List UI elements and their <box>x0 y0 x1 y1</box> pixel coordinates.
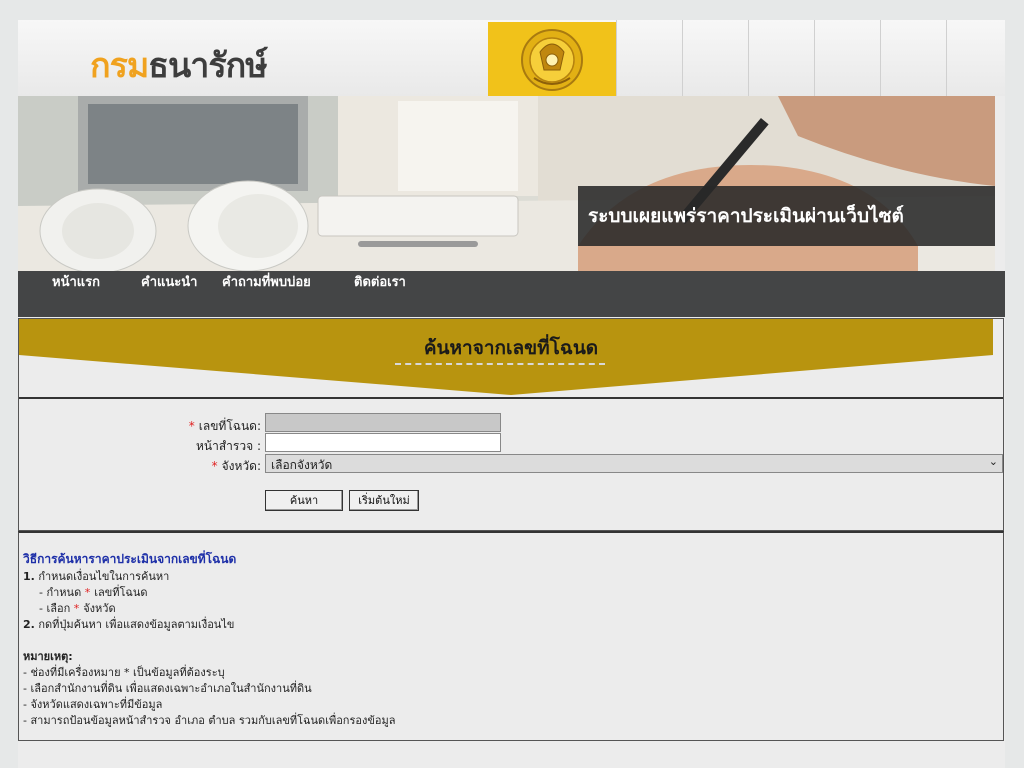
required-mark: * <box>188 419 195 433</box>
deed-number-label-text: เลขที่โฉนด: <box>198 419 261 433</box>
nav-item-faq[interactable]: คำถามที่พบบ่อย <box>222 271 311 317</box>
province-label: * จังหวัด: <box>159 457 261 476</box>
logo-text-part1: กรม <box>90 46 149 86</box>
sub-text: เลขที่โฉนด <box>94 586 148 599</box>
sub-text: - กำหนด <box>39 586 82 599</box>
step-text: กำหนดเงื่อนไขในการค้นหา <box>38 570 170 583</box>
deed-number-label: * เลขที่โฉนด: <box>159 417 261 436</box>
main-nav: หน้าแรก คำแนะนำ คำถามที่พบบ่อย ติดต่อเรา <box>18 271 1005 317</box>
logo[interactable]: กรมธนารักษ์ <box>90 38 268 92</box>
nav-item-guide[interactable]: คำแนะนำ <box>141 271 197 317</box>
title-underline <box>395 363 605 365</box>
sub-text: - เลือก <box>39 602 71 615</box>
required-mark: * <box>211 459 218 473</box>
note-item: - สามารถป้อนข้อมูลหน้าสำรวจ อำเภอ ตำบล ร… <box>23 714 396 727</box>
page: กรมธนารักษ์ ระบบเผยแพร่ราคาประเมินผ่านเว… <box>18 20 1005 768</box>
banner-caption: ระบบเผยแพร่ราคาประเมินผ่านเว็บไซต์ <box>578 186 995 246</box>
chevron-down-icon: ⌄ <box>988 455 998 468</box>
step-number: 1. <box>23 570 35 583</box>
step-number: 2. <box>23 618 35 631</box>
search-title: ค้นหาจากเลขที่โฉนด <box>423 337 599 359</box>
survey-page-label: หน้าสำรวจ : <box>196 439 261 453</box>
hero-banner: ระบบเผยแพร่ราคาประเมินผ่านเว็บไซต์ <box>18 96 995 271</box>
province-selected-value: เลือกจังหวัด <box>271 458 333 472</box>
nav-item-home[interactable]: หน้าแรก <box>52 271 100 317</box>
seal-icon <box>521 29 583 91</box>
deed-number-input[interactable] <box>265 413 501 432</box>
reset-button[interactable]: เริ่มต้นใหม่ <box>349 490 419 511</box>
required-mark: * <box>84 586 91 599</box>
instruction-step-2: 2. กดที่ปุ่มค้นหา เพื่อแสดงข้อมูลตามเงื่… <box>23 615 234 633</box>
nav-item-contact[interactable]: ติดต่อเรา <box>354 271 406 317</box>
province-select[interactable]: เลือกจังหวัด ⌄ <box>265 454 1003 473</box>
site-header: กรมธนารักษ์ <box>18 20 1005 96</box>
survey-page-input[interactable] <box>265 433 501 452</box>
sub-text: จังหวัด <box>83 602 116 615</box>
province-label-text: จังหวัด: <box>221 459 261 473</box>
search-title-band: ค้นหาจากเลขที่โฉนด <box>19 319 1003 397</box>
divider <box>19 397 1003 399</box>
search-panel: ค้นหาจากเลขที่โฉนด * เลขที่โฉนด: หน้าสำรว… <box>18 318 1004 531</box>
step-text: กดที่ปุ่มค้นหา เพื่อแสดงข้อมูลตามเงื่อนไ… <box>38 618 235 631</box>
logo-text-part2: ธนารักษ์ <box>148 46 267 86</box>
search-button[interactable]: ค้นหา <box>265 490 343 511</box>
seal-emblem <box>488 22 616 96</box>
instructions-panel: วิธีการค้นหาราคาประเมินจากเลขที่โฉนด 1. … <box>18 531 1004 741</box>
header-decoration <box>616 20 996 96</box>
required-mark: * <box>73 602 80 615</box>
